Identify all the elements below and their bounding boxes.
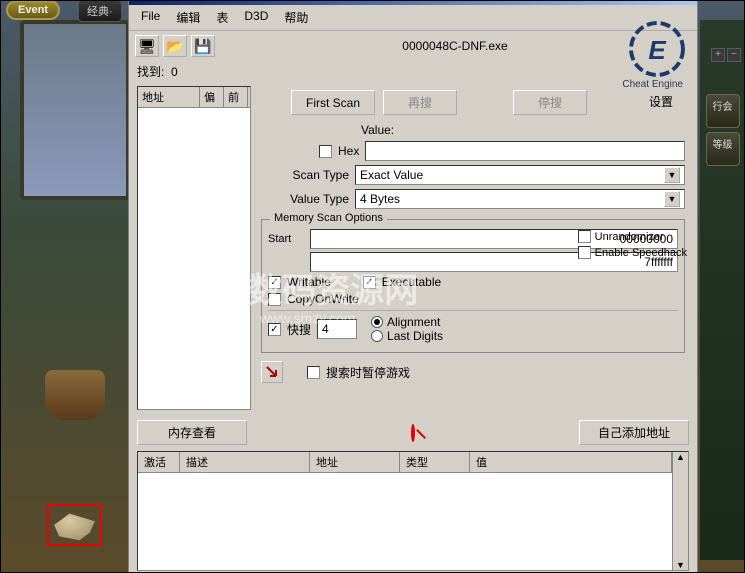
hex-checkbox[interactable] bbox=[319, 145, 332, 158]
col-value[interactable]: 值 bbox=[470, 452, 672, 472]
col-active[interactable]: 激活 bbox=[138, 452, 180, 472]
scrollbar[interactable]: ▲ ▼ bbox=[672, 452, 688, 570]
found-count-row: 找到: 0 bbox=[129, 61, 697, 82]
first-scan-button[interactable]: First Scan bbox=[291, 90, 375, 115]
found-count: 0 bbox=[171, 65, 178, 79]
result-table[interactable]: 激活 描述 地址 类型 值 ▲ ▼ bbox=[137, 451, 689, 571]
unrandomizer-checkbox[interactable] bbox=[578, 230, 591, 243]
executable-label: Executable bbox=[382, 275, 441, 289]
computer-icon: 🖥 bbox=[138, 38, 156, 55]
addr-col-address[interactable]: 地址 bbox=[138, 87, 200, 107]
writable-checkbox[interactable]: ✓ bbox=[268, 276, 281, 289]
value-input[interactable] bbox=[365, 141, 685, 161]
bg-window-art bbox=[20, 20, 130, 200]
memory-options-legend: Memory Scan Options bbox=[270, 212, 387, 224]
open-file-button[interactable]: 📂 bbox=[163, 35, 187, 57]
unrandomizer-label: Unrandomizer bbox=[595, 231, 664, 243]
col-description[interactable]: 描述 bbox=[180, 452, 310, 472]
hand-icon bbox=[49, 506, 100, 544]
alignment-radio[interactable] bbox=[371, 316, 383, 328]
classic-button[interactable]: 经典· bbox=[78, 0, 122, 22]
cheat-engine-window: File 编辑 表 D3D 帮助 🖥 📂 💾 0000048C-DNF.exe … bbox=[128, 0, 698, 573]
value-type-dropdown[interactable]: 4 Bytes ▼ bbox=[355, 189, 685, 209]
bg-pot-art bbox=[45, 370, 105, 420]
executable-checkbox[interactable]: ✓ bbox=[363, 276, 376, 289]
speedhack-checkbox[interactable] bbox=[578, 246, 591, 259]
found-label: 找到: bbox=[137, 65, 164, 79]
last-digits-radio[interactable] bbox=[371, 330, 383, 342]
addr-col-prev[interactable]: 前 bbox=[224, 87, 248, 107]
watermark-url: www.smzy.com bbox=[260, 310, 355, 326]
scan-type-value: Exact Value bbox=[360, 168, 423, 182]
hand-cursor-highlight bbox=[47, 504, 102, 546]
plus-icon[interactable]: + bbox=[711, 48, 725, 62]
no-entry-icon[interactable] bbox=[411, 424, 415, 442]
scan-type-dropdown[interactable]: Exact Value ▼ bbox=[355, 165, 685, 185]
toolbar: 🖥 📂 💾 0000048C-DNF.exe bbox=[129, 31, 697, 61]
pause-game-checkbox[interactable] bbox=[307, 366, 320, 379]
speedhack-label: Enable Speedhack bbox=[595, 247, 687, 259]
value-label: Value: bbox=[361, 123, 394, 137]
memory-view-button[interactable]: 内存查看 bbox=[137, 420, 247, 445]
last-digits-label: Last Digits bbox=[387, 329, 443, 343]
start-label: Start bbox=[268, 233, 304, 245]
add-address-arrow-button[interactable] bbox=[261, 361, 283, 383]
scroll-up-icon[interactable]: ▲ bbox=[673, 452, 688, 462]
chevron-down-icon: ▼ bbox=[664, 167, 680, 183]
writable-label: Writable bbox=[287, 275, 331, 289]
addr-col-offset[interactable]: 偏 bbox=[200, 87, 224, 107]
menu-edit[interactable]: 编辑 bbox=[170, 7, 206, 28]
menu-file[interactable]: File bbox=[135, 7, 166, 28]
menu-bar: File 编辑 表 D3D 帮助 bbox=[129, 5, 697, 31]
cheat-engine-logo-icon[interactable]: E bbox=[629, 21, 685, 77]
logo-caption: Cheat Engine bbox=[622, 79, 683, 90]
alignment-label: Alignment bbox=[387, 315, 440, 329]
event-button[interactable]: Event bbox=[6, 0, 60, 20]
menu-help[interactable]: 帮助 bbox=[278, 7, 314, 28]
menu-table[interactable]: 表 bbox=[210, 7, 234, 28]
side-guild-button[interactable]: 行会 bbox=[706, 94, 740, 128]
settings-link[interactable]: 设置 bbox=[649, 93, 673, 110]
save-button[interactable]: 💾 bbox=[191, 35, 215, 57]
game-side-panel: + − 行会 等级 bbox=[700, 20, 745, 560]
value-type-value: 4 Bytes bbox=[360, 192, 400, 206]
add-address-manually-button[interactable]: 自己添加地址 bbox=[579, 420, 689, 445]
rescan-button[interactable]: 再搜 bbox=[383, 90, 457, 115]
side-options: Unrandomizer Enable Speedhack bbox=[578, 227, 687, 262]
scan-type-label: Scan Type bbox=[261, 168, 349, 182]
value-type-label: Value Type bbox=[261, 192, 349, 206]
arrow-down-right-icon bbox=[265, 365, 279, 379]
copyonwrite-checkbox[interactable] bbox=[268, 293, 281, 306]
scroll-down-icon[interactable]: ▼ bbox=[673, 560, 688, 570]
svg-text:E: E bbox=[648, 35, 666, 65]
process-name-label: 0000048C-DNF.exe bbox=[219, 37, 691, 55]
floppy-icon: 💾 bbox=[194, 38, 211, 55]
open-process-button[interactable]: 🖥 bbox=[135, 35, 159, 57]
hex-label: Hex bbox=[338, 144, 359, 158]
copyonwrite-label: CopyOnWrite bbox=[287, 292, 359, 306]
col-type[interactable]: 类型 bbox=[400, 452, 470, 472]
address-list[interactable]: 地址 偏 前 bbox=[137, 86, 251, 410]
chevron-down-icon: ▼ bbox=[664, 191, 680, 207]
minus-icon[interactable]: − bbox=[727, 48, 741, 62]
stop-scan-button[interactable]: 停搜 bbox=[513, 90, 587, 115]
side-level-button[interactable]: 等级 bbox=[706, 132, 740, 166]
pause-game-label: 搜索时暂停游戏 bbox=[326, 364, 410, 381]
folder-open-icon: 📂 bbox=[166, 38, 183, 55]
menu-d3d[interactable]: D3D bbox=[238, 7, 274, 28]
col-address[interactable]: 地址 bbox=[310, 452, 400, 472]
